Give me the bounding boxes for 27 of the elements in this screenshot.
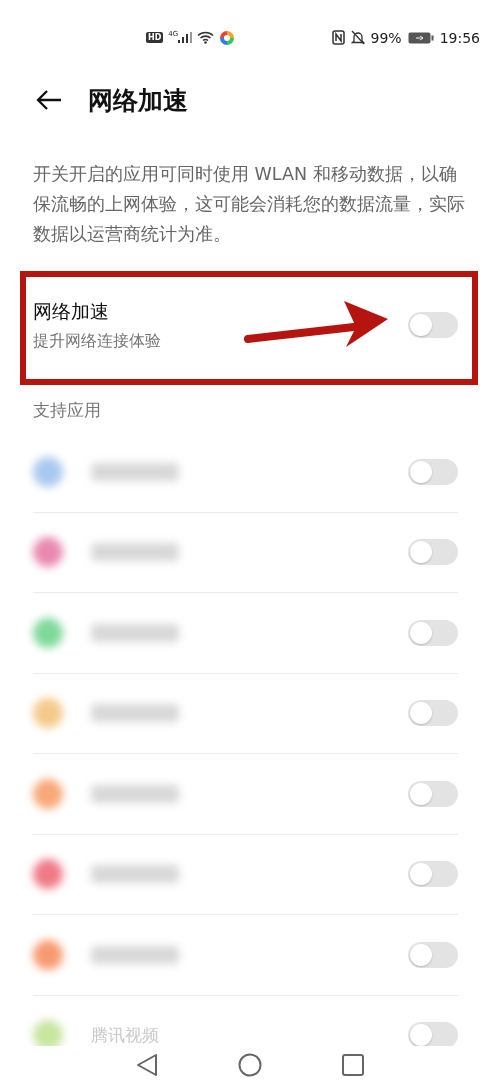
bell-off-icon bbox=[350, 30, 365, 45]
back-nav-icon[interactable] bbox=[136, 1053, 158, 1077]
description-text: 开关开启的应用可同时使用 WLAN 和移动数据，以确保流畅的上网体验，这可能会消耗您的数据流量，实际数据以运营商统计为准。 bbox=[33, 163, 466, 246]
toggle-switch[interactable] bbox=[408, 780, 458, 807]
home-nav-icon[interactable] bbox=[238, 1053, 262, 1077]
toggle-switch[interactable] bbox=[408, 312, 458, 338]
toggle-switch[interactable] bbox=[408, 1022, 458, 1046]
battery-icon bbox=[407, 31, 434, 44]
hd-badge: HD bbox=[146, 32, 164, 43]
battery-percent: 99% bbox=[370, 29, 402, 46]
wifi-icon bbox=[197, 31, 215, 44]
nfc-icon bbox=[331, 30, 345, 45]
back-arrow-icon[interactable] bbox=[36, 89, 62, 111]
toggle-switch[interactable] bbox=[408, 861, 458, 888]
section-title: 支持应用 bbox=[33, 399, 102, 422]
recents-nav-icon[interactable] bbox=[342, 1054, 364, 1076]
toggle-switch[interactable] bbox=[408, 458, 458, 485]
app-logo-icon bbox=[219, 29, 236, 46]
setting-subtitle: 提升网络连接体验 bbox=[33, 330, 161, 352]
setting-title: 网络加速 bbox=[33, 298, 109, 324]
toggle-switch[interactable] bbox=[408, 941, 458, 968]
page-title: 网络加速 bbox=[88, 84, 188, 117]
signal-icon bbox=[178, 32, 193, 43]
toggle-switch[interactable] bbox=[408, 539, 458, 566]
clock-time: 19:56 bbox=[439, 29, 480, 46]
toggle-switch[interactable] bbox=[408, 619, 458, 646]
toggle-switch[interactable] bbox=[408, 700, 458, 727]
